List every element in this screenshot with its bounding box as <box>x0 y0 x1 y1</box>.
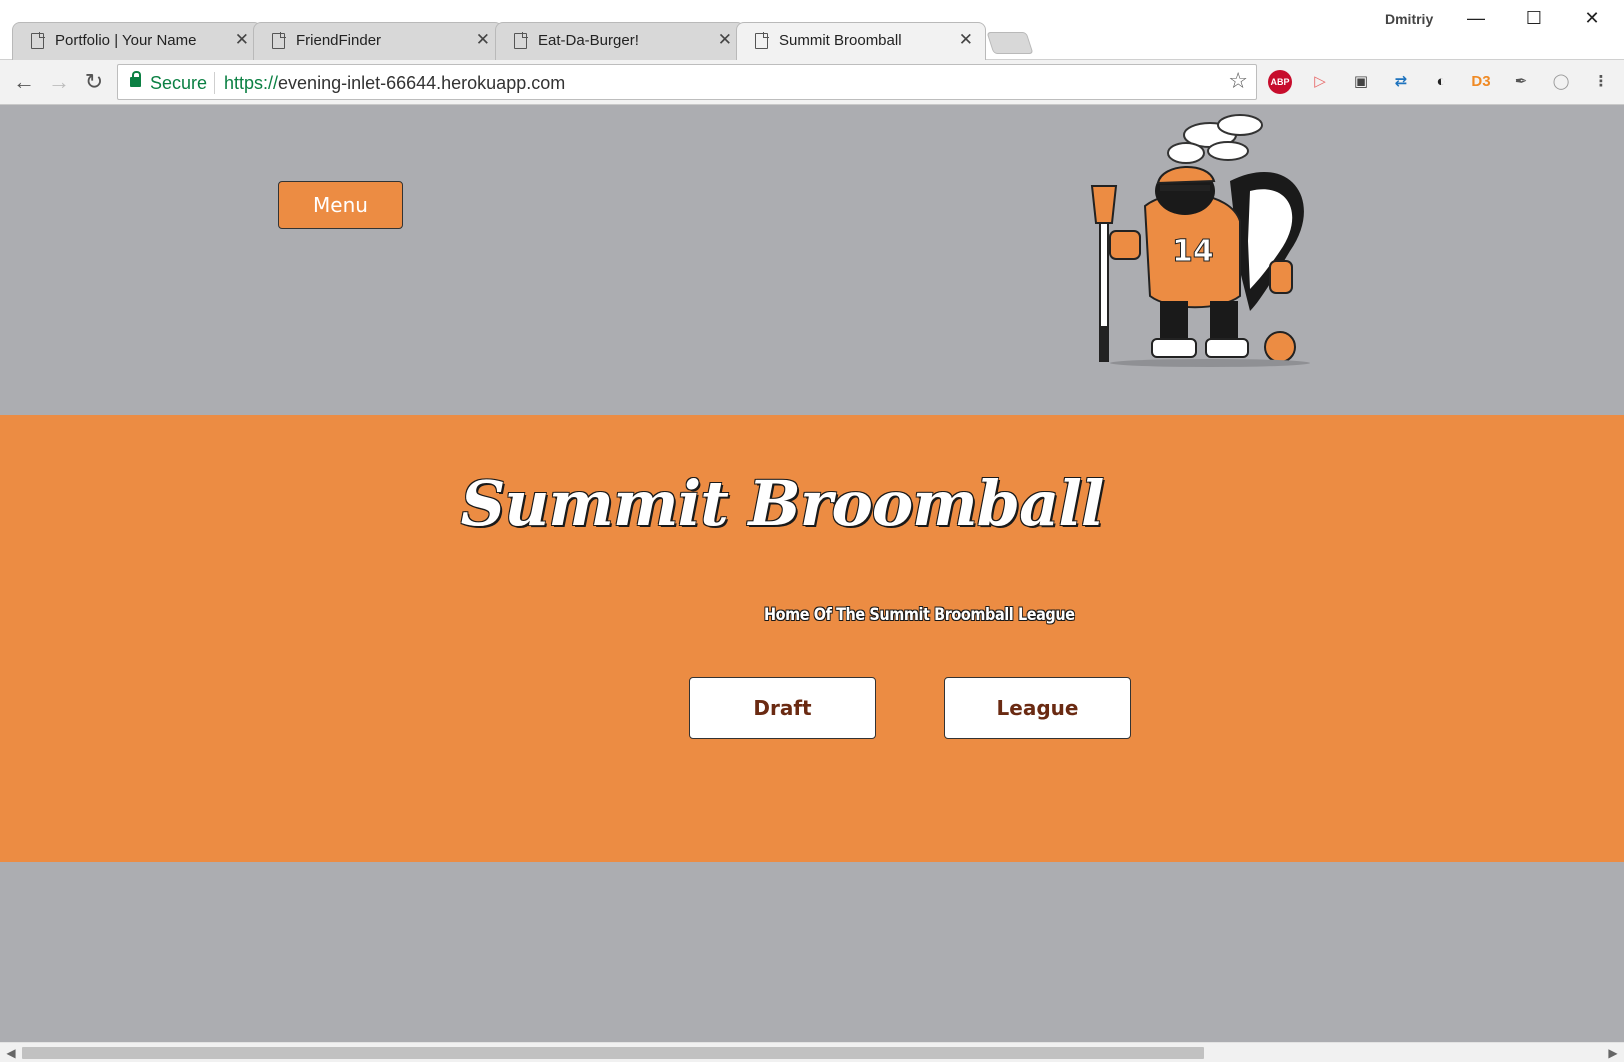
tab-title: Summit Broomball <box>779 32 902 49</box>
secure-label[interactable]: Secure <box>150 73 207 94</box>
bookmark-star-icon[interactable]: ☆ <box>1228 68 1248 94</box>
page-icon <box>514 32 528 49</box>
scrollbar-thumb[interactable] <box>22 1047 1204 1059</box>
tab-title: FriendFinder <box>296 32 382 49</box>
address-bar[interactable]: Secure https://evening-inlet-66644.herok… <box>117 64 1257 100</box>
tab-eat-da-burger[interactable]: Eat-Da-Burger! ✕ <box>495 22 745 60</box>
url-text[interactable]: https://evening-inlet-66644.herokuapp.co… <box>224 73 565 94</box>
screenshot-icon[interactable]: ▣ <box>1349 70 1373 94</box>
cast-icon[interactable]: ▷ <box>1308 70 1332 94</box>
page-icon <box>31 32 45 49</box>
menu-button[interactable]: Menu <box>278 181 403 229</box>
close-icon[interactable]: ✕ <box>959 30 973 50</box>
league-button[interactable]: League <box>944 677 1131 739</box>
tab-title: Eat-Da-Burger! <box>538 32 639 49</box>
page-icon <box>272 32 286 49</box>
divider <box>214 72 215 94</box>
maximize-icon[interactable]: ☐ <box>1516 8 1552 30</box>
url-scheme: https:// <box>224 73 279 93</box>
scroll-right-icon[interactable]: ▶ <box>1606 1046 1620 1060</box>
page-subtitle: Home Of The Summit Broomball League <box>764 605 1075 625</box>
minimize-icon[interactable]: — <box>1458 8 1494 30</box>
url-host: evening-inlet-66644.herokuapp.com <box>278 73 566 93</box>
kebab-menu-icon[interactable]: ⋮ <box>1589 70 1613 94</box>
hero-banner: Summit Broomball Home Of The Summit Broo… <box>0 415 1624 862</box>
grammarly-icon[interactable]: ◐ <box>1429 70 1453 94</box>
page-viewport: Menu 14 Summit Broomball Home Of The Sum… <box>0 105 1624 1042</box>
close-icon[interactable]: ✕ <box>235 30 249 50</box>
scroll-left-icon[interactable]: ◀ <box>4 1046 18 1060</box>
sync-arrows-icon[interactable]: ⇄ <box>1389 70 1413 94</box>
tab-title: Portfolio | Your Name <box>55 32 197 49</box>
forward-icon[interactable]: → <box>45 68 73 96</box>
close-icon[interactable]: ✕ <box>718 30 732 50</box>
d3-icon[interactable]: D3 <box>1469 70 1493 94</box>
new-tab-button[interactable] <box>986 32 1034 54</box>
horizontal-scrollbar[interactable]: ◀ ▶ <box>0 1042 1624 1062</box>
browser-toolbar: ← → ↻ Secure https://evening-inlet-66644… <box>0 60 1624 105</box>
lock-icon[interactable] <box>130 71 141 87</box>
page-icon <box>755 32 769 49</box>
reload-icon[interactable]: ↻ <box>80 68 108 96</box>
tab-portfolio[interactable]: Portfolio | Your Name ✕ <box>12 22 262 60</box>
tab-summit-broomball[interactable]: Summit Broomball ✕ <box>736 22 986 61</box>
close-window-icon[interactable]: ✕ <box>1574 8 1610 30</box>
abp-icon[interactable]: ABP <box>1268 70 1292 94</box>
close-icon[interactable]: ✕ <box>476 30 490 50</box>
profile-name[interactable]: Dmitriy <box>1385 11 1433 27</box>
eyedropper-icon[interactable]: ✒ <box>1509 70 1533 94</box>
page-title: Summit Broomball <box>460 467 1105 540</box>
draft-button[interactable]: Draft <box>689 677 876 739</box>
skunk-mascot-logo: 14 <box>1090 114 1310 367</box>
jersey-number: 14 <box>1172 234 1214 269</box>
tab-friendfinder[interactable]: FriendFinder ✕ <box>253 22 503 60</box>
code-icon[interactable]: ◯ <box>1549 70 1573 94</box>
back-icon[interactable]: ← <box>10 68 38 96</box>
browser-titlebar: Portfolio | Your Name ✕ FriendFinder ✕ E… <box>0 0 1624 61</box>
